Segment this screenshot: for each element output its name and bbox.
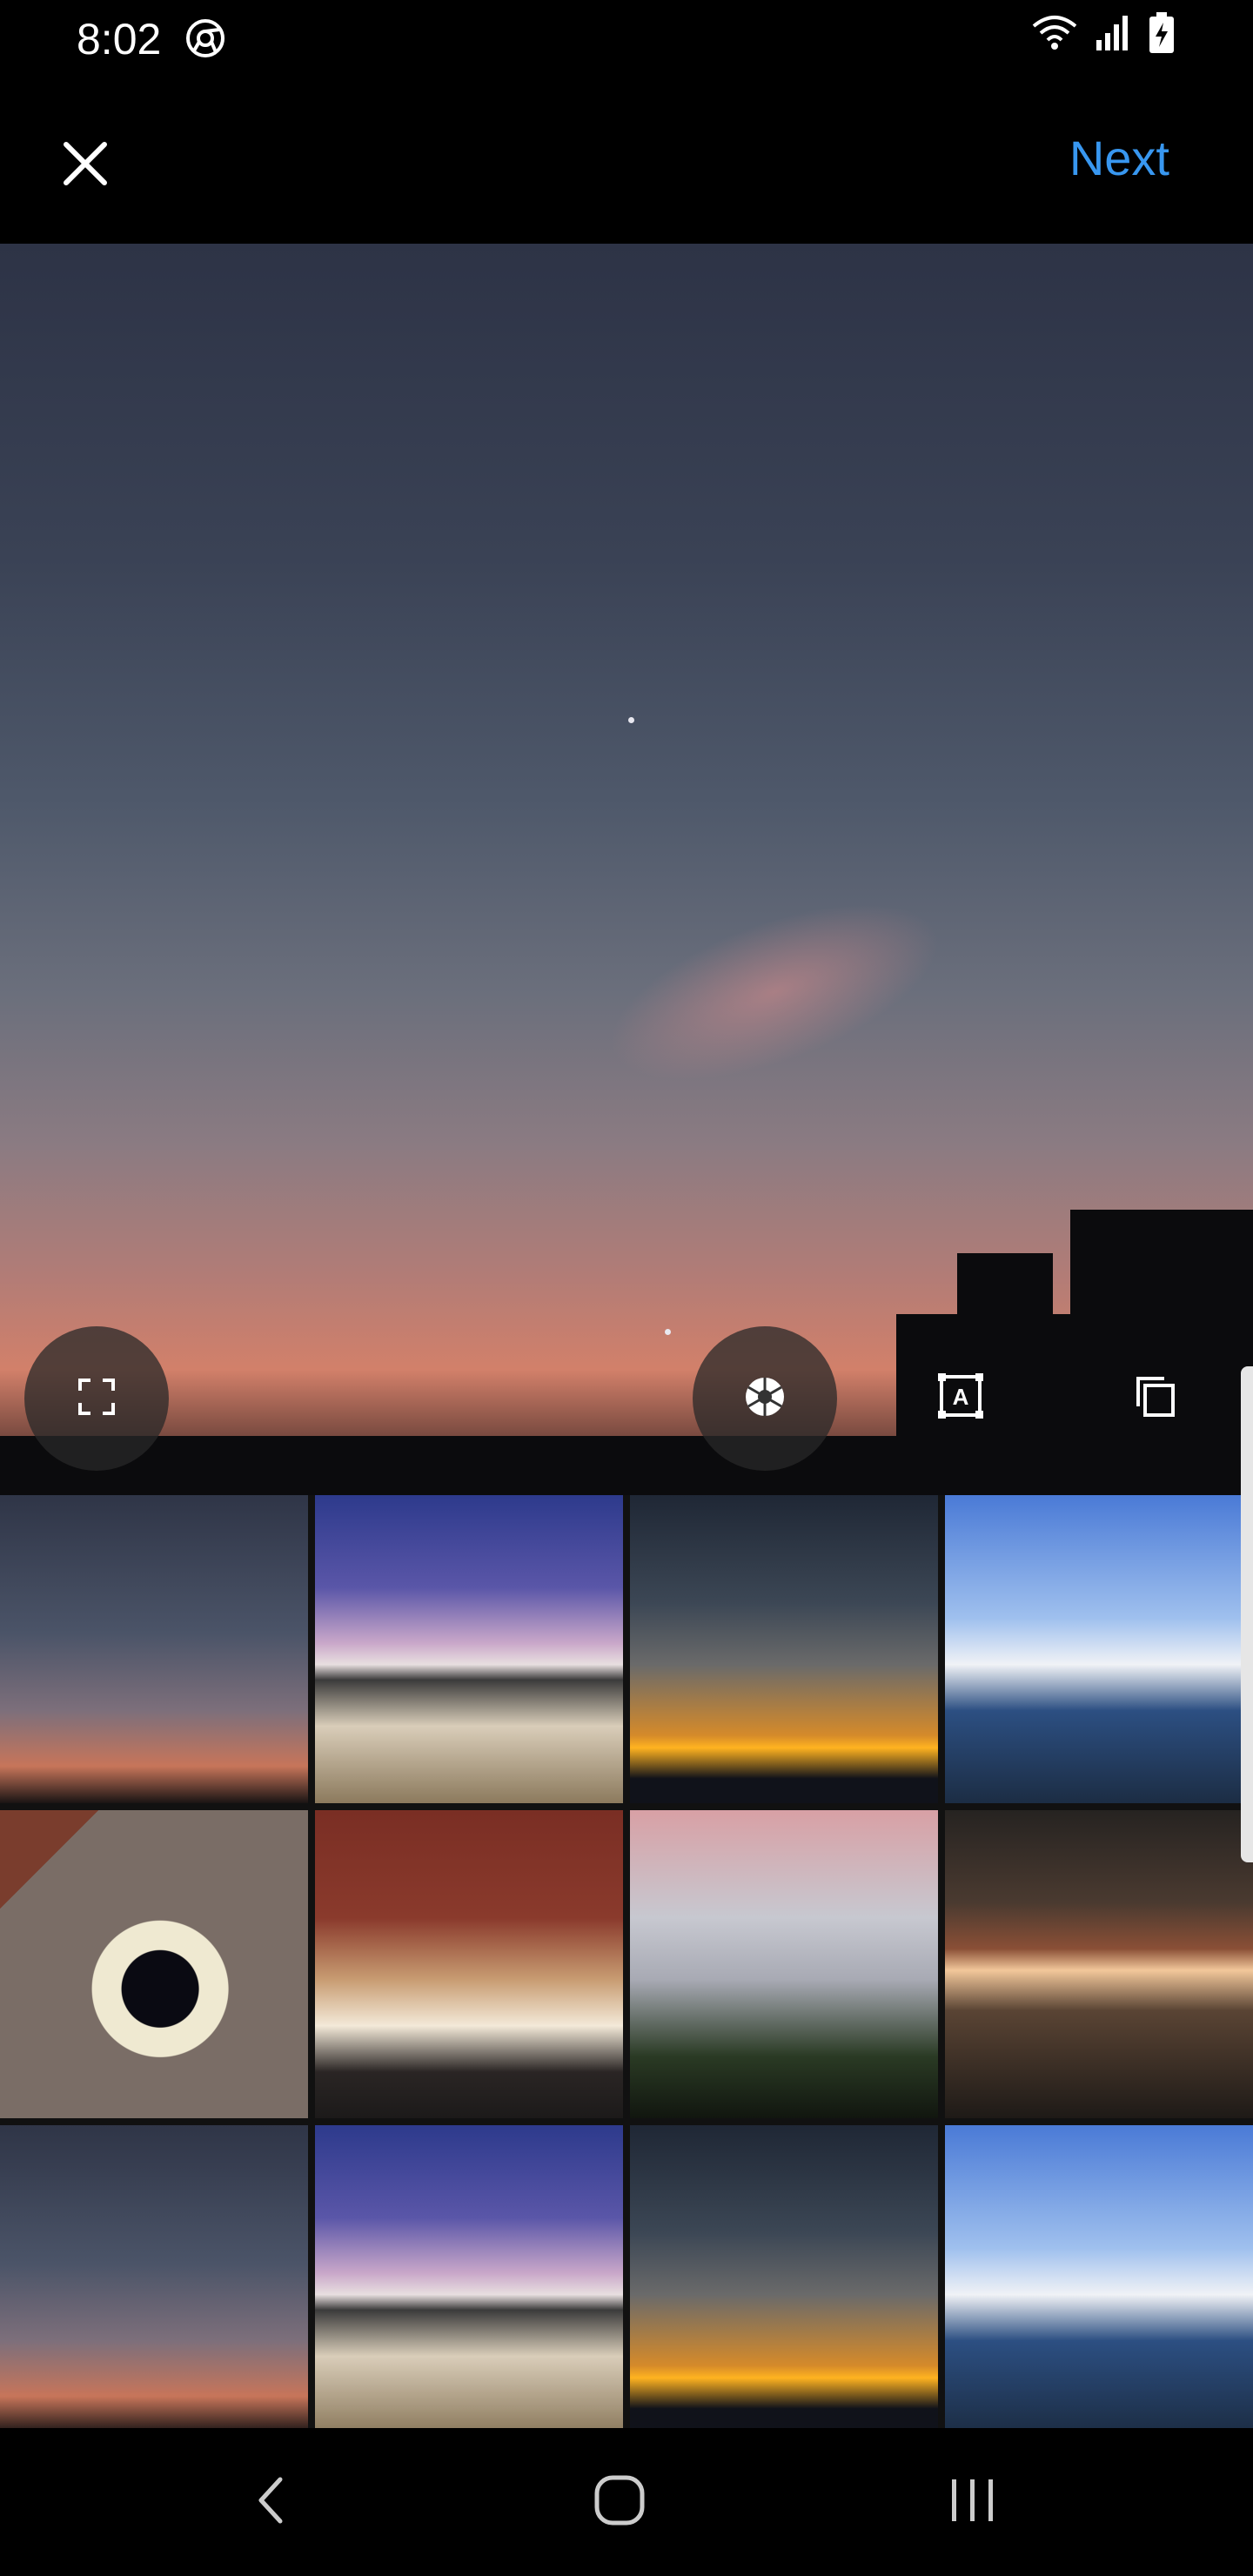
gallery-thumbnail[interactable] <box>630 2125 938 2428</box>
star <box>665 1329 671 1335</box>
photo-gallery-grid <box>0 1495 1253 2428</box>
recents-button[interactable] <box>921 2463 1025 2541</box>
gallery-thumbnail[interactable] <box>315 2125 623 2428</box>
multi-select-button[interactable] <box>1103 1345 1208 1450</box>
gallery-thumbnail[interactable] <box>945 2125 1253 2428</box>
battery-charging-icon <box>1149 12 1175 58</box>
back-button[interactable] <box>219 2463 324 2541</box>
gallery-thumbnail[interactable] <box>315 1810 623 2118</box>
system-nav-bar <box>0 2428 1253 2576</box>
back-icon <box>254 2474 289 2531</box>
gallery-thumbnail[interactable] <box>945 1810 1253 2118</box>
expand-button[interactable] <box>24 1326 169 1471</box>
gallery-thumbnail[interactable] <box>630 1495 938 1803</box>
treeline-silhouette <box>0 1436 1253 1495</box>
cloud <box>586 867 962 1117</box>
aperture-icon <box>743 1375 787 1423</box>
next-button[interactable]: Next <box>1069 132 1169 184</box>
selected-photo-preview[interactable]: A <box>0 244 1253 1495</box>
wifi-icon <box>1030 14 1079 57</box>
top-bar: Next <box>0 78 1253 244</box>
close-icon <box>61 139 110 192</box>
svg-text:A: A <box>953 1384 969 1410</box>
star <box>628 717 634 723</box>
gallery-thumbnail[interactable] <box>630 1810 938 2118</box>
home-button[interactable] <box>567 2463 672 2541</box>
signal-icon <box>1095 14 1133 57</box>
gallery-thumbnail[interactable] <box>315 1495 623 1803</box>
status-time: 8:02 <box>77 15 162 64</box>
status-bar: 8:02 <box>0 0 1253 78</box>
gallery-thumbnail[interactable] <box>0 1810 308 2118</box>
scroll-handle[interactable] <box>1241 1366 1253 1862</box>
copy-icon <box>1133 1373 1178 1423</box>
text-frame-icon: A <box>936 1372 985 1425</box>
close-button[interactable] <box>50 131 120 200</box>
recents-icon <box>947 2476 999 2529</box>
gallery-thumbnail[interactable] <box>0 1495 308 1803</box>
home-icon <box>592 2472 647 2532</box>
gallery-thumbnail[interactable] <box>945 1495 1253 1803</box>
layout-button[interactable]: A <box>908 1345 1013 1450</box>
boomerang-button[interactable] <box>693 1326 837 1471</box>
chrome-icon <box>184 17 226 59</box>
status-indicators <box>1030 12 1175 58</box>
expand-icon <box>77 1377 117 1421</box>
gallery-thumbnail[interactable] <box>0 2125 308 2428</box>
